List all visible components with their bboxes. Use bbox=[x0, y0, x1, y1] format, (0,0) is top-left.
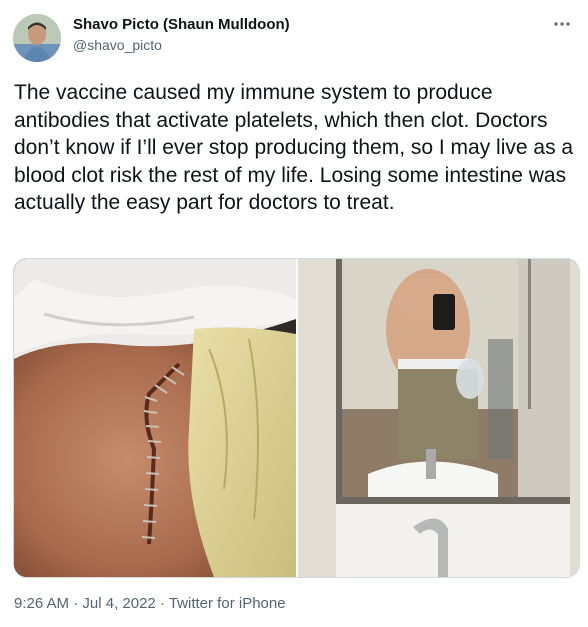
author-block: Shavo Picto (Shaun Mulldoon) @shavo_pict… bbox=[73, 15, 290, 55]
avatar[interactable] bbox=[13, 14, 61, 62]
tweet-source[interactable]: Twitter for iPhone bbox=[169, 595, 286, 612]
more-horizontal-icon bbox=[554, 22, 570, 26]
abdomen-stitches-photo bbox=[14, 259, 296, 577]
tweet-time[interactable]: 9:26 AM bbox=[14, 595, 69, 612]
avatar-photo bbox=[13, 14, 61, 62]
author-display-name[interactable]: Shavo Picto (Shaun Mulldoon) bbox=[73, 15, 290, 35]
media-photo-2[interactable] bbox=[298, 259, 579, 577]
meta-separator-2: · bbox=[155, 595, 169, 612]
media-grid bbox=[13, 258, 580, 578]
media-photo-1[interactable] bbox=[14, 259, 296, 577]
tweet-text: The vaccine caused my immune system to p… bbox=[14, 81, 574, 214]
more-options-button[interactable] bbox=[550, 12, 574, 36]
meta-separator: · bbox=[69, 595, 83, 612]
mirror-selfie-photo bbox=[298, 259, 579, 577]
tweet-date[interactable]: Jul 4, 2022 bbox=[82, 595, 155, 612]
author-handle[interactable]: @shavo_picto bbox=[73, 35, 290, 55]
tweet-meta: 9:26 AM · Jul 4, 2022 · Twitter for iPho… bbox=[14, 594, 286, 614]
